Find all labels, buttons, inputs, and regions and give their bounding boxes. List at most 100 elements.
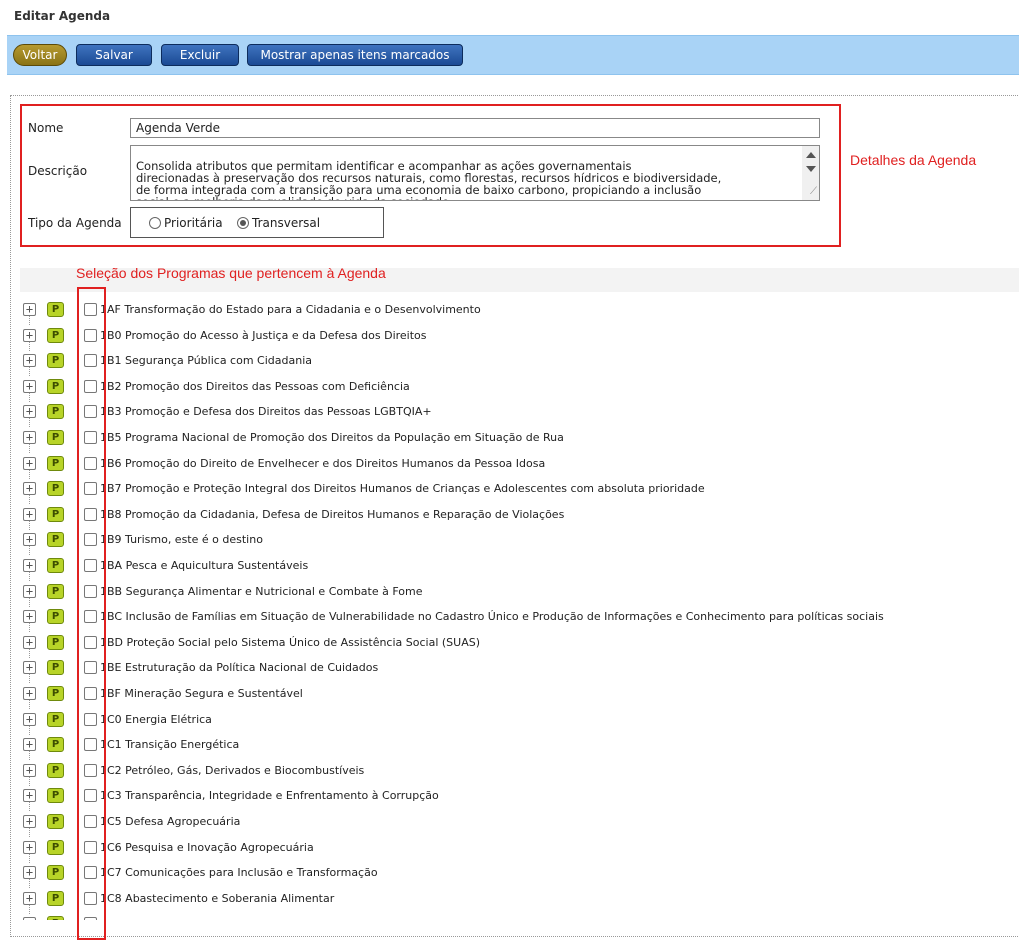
description-text: Consolida atributos que permitam identif…	[136, 159, 722, 200]
program-label: 1B3 Promoção e Defesa dos Direitos das P…	[100, 405, 432, 419]
program-badge-icon: P	[47, 890, 64, 906]
program-label: 1BE Estruturação da Política Nacional de…	[100, 661, 379, 675]
program-badge-icon: P	[47, 481, 64, 497]
program-badge-icon: P	[47, 506, 64, 522]
program-row: + P 1B1 Segurança Pública com Cidadania	[20, 349, 1019, 377]
radio-prioritaria-icon[interactable]	[149, 217, 161, 229]
program-row: + P 1B8 Promoção da Cidadania, Defesa de D…	[20, 503, 1019, 530]
program-badge-icon: P	[47, 558, 64, 573]
program-row: + P 1BE Estruturação da Política Nacional …	[20, 656, 1019, 684]
expand-plus-icon[interactable]: +	[23, 610, 36, 624]
expand-plus-icon[interactable]: +	[23, 303, 36, 316]
radio-transversal-label: Transversal	[252, 216, 321, 230]
name-input[interactable]	[130, 118, 820, 138]
program-label: 1BF Mineração Segura e Sustentável	[100, 687, 303, 700]
program-row: + P 1C7 Comunicações para Inclusão e Trans…	[20, 861, 1019, 889]
program-row: + P 1B3 Promoção e Defesa dos Direitos das…	[20, 400, 1019, 428]
program-badge-icon: P	[47, 686, 64, 701]
back-button[interactable]: Voltar	[13, 44, 67, 66]
program-label: 1B1 Segurança Pública com Cidadania	[100, 354, 312, 368]
delete-button[interactable]: Excluir	[161, 44, 239, 66]
program-label: 1C3 Transparência, Integridade e Enfrent…	[100, 789, 439, 803]
program-badge-icon: P	[47, 378, 64, 394]
expand-plus-icon[interactable]: +	[23, 482, 36, 496]
program-row: + P 1C1 Transição Energética	[20, 733, 1019, 761]
program-row: + P 1BD Proteção Social pelo Sistema Único…	[20, 631, 1019, 658]
program-row: + P 1C8 Abastecimento e Soberania Alimenta…	[20, 887, 1019, 914]
expand-plus-icon[interactable]: +	[23, 328, 36, 342]
expand-plus-icon[interactable]: +	[23, 891, 36, 905]
program-label: 1C0 Energia Elétrica	[100, 712, 212, 726]
expand-plus-icon[interactable]: +	[23, 866, 36, 880]
program-badge-icon: P	[47, 302, 64, 317]
expand-plus-icon[interactable]: +	[23, 687, 36, 700]
expand-plus-icon[interactable]: +	[23, 533, 36, 547]
expand-plus-icon[interactable]: +	[23, 559, 36, 572]
programs-annotation: Seleção dos Programas que pertencem à Ag…	[76, 265, 386, 281]
program-badge-icon: P	[47, 916, 64, 920]
program-badge-icon: P	[47, 711, 64, 727]
expand-plus-icon[interactable]: +	[23, 354, 36, 368]
radio-prioritaria[interactable]: Prioritária	[149, 216, 223, 230]
program-badge-icon: P	[47, 532, 64, 548]
scroll-up-icon[interactable]	[806, 152, 816, 158]
program-label: 1BA Pesca e Aquicultura Sustentáveis	[100, 559, 309, 572]
program-row: + P 1C0 Energia Elétrica	[20, 708, 1019, 735]
program-row: + P 1B2 Promoção dos Direitos das Pessoas …	[20, 375, 1019, 402]
expand-plus-icon[interactable]: +	[23, 917, 36, 920]
program-badge-icon: P	[47, 583, 64, 599]
program-row: + P 1BF Mineração Segura e Sustentável	[20, 682, 1019, 709]
program-badge-icon: P	[47, 327, 64, 343]
program-label: 1AF Transformação do Estado para a Cidad…	[100, 303, 481, 316]
expand-plus-icon[interactable]: +	[23, 456, 36, 470]
expand-plus-icon[interactable]: +	[23, 584, 36, 598]
expand-plus-icon[interactable]: +	[23, 815, 36, 828]
program-badge-icon: P	[47, 737, 64, 753]
program-label: 1C1 Transição Energética	[100, 738, 240, 752]
agenda-type-group: Prioritária Transversal	[130, 207, 384, 238]
expand-plus-icon[interactable]: +	[23, 405, 36, 419]
toolbar: Voltar Salvar Excluir Mostrar apenas ite…	[7, 35, 1019, 75]
program-badge-icon: P	[47, 455, 64, 471]
expand-plus-icon[interactable]: +	[23, 712, 36, 726]
program-row: + P 1BB Segurança Alimentar e Nutricional …	[20, 580, 1019, 607]
radio-transversal[interactable]: Transversal	[237, 216, 320, 230]
program-label: 1B8 Promoção da Cidadania, Defesa de Dir…	[100, 507, 565, 521]
program-badge-icon: P	[47, 660, 64, 676]
radio-transversal-icon[interactable]	[237, 217, 249, 229]
expand-plus-icon[interactable]: +	[23, 507, 36, 521]
program-badge-icon: P	[47, 634, 64, 650]
program-row: + P 1BA Pesca e Aquicultura Sustentáveis	[20, 554, 1019, 581]
program-row: + P 1C2 Petróleo, Gás, Derivados e Biocomb…	[20, 759, 1019, 786]
program-label: 1B6 Promoção do Direito de Envelhecer e …	[100, 456, 546, 470]
description-scrollbar[interactable]: ⟋	[802, 146, 819, 200]
show-marked-button[interactable]: Mostrar apenas itens marcados	[247, 44, 463, 66]
program-row: + P 1C5 Defesa Agropecuária	[20, 810, 1019, 837]
program-badge-icon: P	[47, 609, 64, 625]
expand-plus-icon[interactable]: +	[23, 840, 36, 854]
expand-plus-icon[interactable]: +	[23, 738, 36, 752]
program-row: + P 1C6 Pesquisa e Inovação Agropecuária	[20, 836, 1019, 863]
program-label: 1C6 Pesquisa e Inovação Agropecuária	[100, 840, 314, 854]
program-row: + P 1AF Transformação do Estado para a Cid…	[20, 298, 1019, 325]
program-row: + P 1B0 Promoção do Acesso à Justiça e da …	[20, 324, 1019, 351]
program-badge-icon: P	[47, 353, 64, 369]
program-row: + P 1C3 Transparência, Integridade e Enfre…	[20, 784, 1019, 812]
scroll-down-icon[interactable]	[806, 166, 816, 172]
resize-grip-icon[interactable]: ⟋	[810, 186, 817, 198]
expand-plus-icon[interactable]: +	[23, 431, 36, 444]
program-label: 1BC Inclusão de Famílias em Situação de …	[100, 610, 884, 624]
description-textarea[interactable]: Consolida atributos que permitam identif…	[130, 145, 820, 201]
program-badge-icon: P	[47, 762, 64, 778]
save-button[interactable]: Salvar	[76, 44, 152, 66]
program-label: 1B9 Turismo, este é o destino	[100, 533, 263, 547]
expand-plus-icon[interactable]: +	[23, 635, 36, 649]
expand-plus-icon[interactable]: +	[23, 661, 36, 675]
program-row: + P 1B6 Promoção do Direito de Envelhecer …	[20, 452, 1019, 479]
program-label: 1B7 Promoção e Proteção Integral dos Dir…	[100, 482, 705, 496]
program-label: 1C7 Comunicações para Inclusão e Transfo…	[100, 866, 378, 880]
name-label: Nome	[28, 121, 64, 135]
expand-plus-icon[interactable]: +	[23, 789, 36, 803]
expand-plus-icon[interactable]: +	[23, 379, 36, 393]
expand-plus-icon[interactable]: +	[23, 763, 36, 777]
